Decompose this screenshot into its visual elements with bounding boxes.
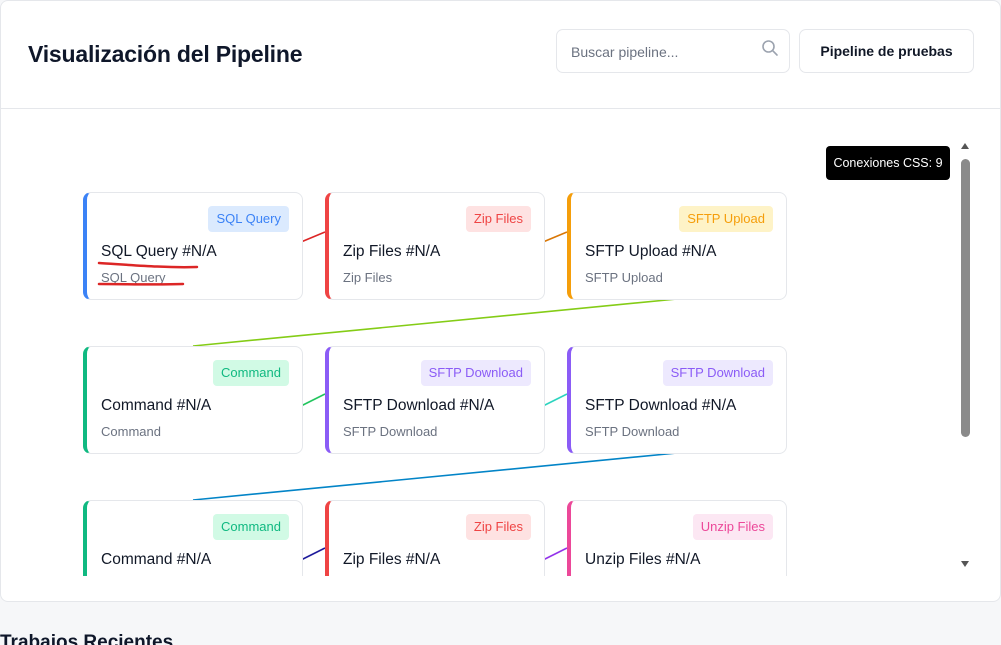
node-title: Unzip Files #N/A	[585, 551, 701, 568]
node-title: SQL Query #N/A	[101, 243, 217, 260]
pipeline-node[interactable]: CommandCommand #N/ACommand	[83, 500, 303, 576]
node-type-badge: SQL Query	[208, 206, 289, 232]
node-subtitle: SQL Query	[101, 270, 166, 285]
panel-header: Visualización del Pipeline Pipeline de p…	[1, 1, 1000, 109]
scroll-up-arrow-icon[interactable]	[961, 143, 969, 149]
pipeline-node[interactable]: Zip Files Zip Files #N/A Zip Files	[325, 192, 545, 300]
scrollbar-thumb[interactable]	[961, 159, 970, 437]
page-title: Visualización del Pipeline	[28, 41, 303, 67]
pipeline-node[interactable]: SFTP Download SFTP Download #N/A SFTP Down…	[567, 346, 787, 454]
canvas-scrollbar[interactable]	[959, 143, 973, 571]
node-title: Zip Files #N/A	[343, 243, 441, 260]
node-type-badge: SFTP Upload	[679, 206, 773, 232]
recent-jobs-title: Trabajos Recientes	[0, 632, 174, 645]
node-title: SFTP Download #N/A	[343, 397, 495, 414]
search-box	[556, 29, 790, 73]
node-type-badge: Zip Files	[465, 206, 531, 232]
pipeline-node[interactable]: SQL Query SQL Query #N/A SQL Query	[83, 192, 303, 300]
connections-counter: Conexiones CSS: 9	[826, 146, 950, 180]
node-title: Command #N/A	[101, 551, 212, 568]
pipeline-node[interactable]: SFTP Upload SFTP Upload #N/A SFTP Upload	[567, 192, 787, 300]
node-type-badge: SFTP Download	[420, 360, 531, 386]
node-type-badge: SFTP Download	[662, 360, 773, 386]
node-subtitle: SFTP Download	[343, 424, 438, 439]
scroll-down-arrow-icon[interactable]	[961, 561, 969, 567]
connection-line	[542, 547, 568, 561]
node-title: Command #N/A	[101, 397, 212, 414]
node-type-badge: Unzip Files	[692, 514, 773, 540]
connection-line	[300, 231, 326, 243]
pipeline-panel: Visualización del Pipeline Pipeline de p…	[0, 0, 1001, 602]
search-input[interactable]	[571, 42, 751, 62]
pipeline-node[interactable]: Zip FilesZip Files #N/AZip Files	[325, 500, 545, 576]
node-title: Zip Files #N/A	[343, 551, 441, 568]
node-title: SFTP Download #N/A	[585, 397, 737, 414]
node-title: SFTP Upload #N/A	[585, 243, 717, 260]
pipeline-node[interactable]: SFTP Download SFTP Download #N/A SFTP Down…	[325, 346, 545, 454]
node-type-badge: Command	[213, 514, 289, 540]
node-subtitle: SFTP Upload	[585, 270, 663, 285]
node-type-badge: Command	[213, 360, 289, 386]
connection-line	[542, 231, 568, 243]
node-subtitle: Command	[101, 424, 161, 439]
connection-line	[542, 393, 568, 407]
node-subtitle: Zip Files	[343, 270, 393, 285]
node-type-badge: Zip Files	[465, 514, 531, 540]
connection-line	[192, 452, 678, 501]
test-pipeline-button[interactable]: Pipeline de pruebas	[799, 29, 974, 73]
pipeline-node[interactable]: Unzip FilesUnzip Files #N/AUnzip Files	[567, 500, 787, 576]
search-icon[interactable]	[761, 39, 779, 57]
connection-line	[300, 393, 326, 407]
node-subtitle: SFTP Download	[585, 424, 680, 439]
connection-line	[192, 298, 678, 347]
connection-line	[300, 547, 326, 561]
pipeline-node[interactable]: CommandCommand #N/ACommand	[83, 346, 303, 454]
